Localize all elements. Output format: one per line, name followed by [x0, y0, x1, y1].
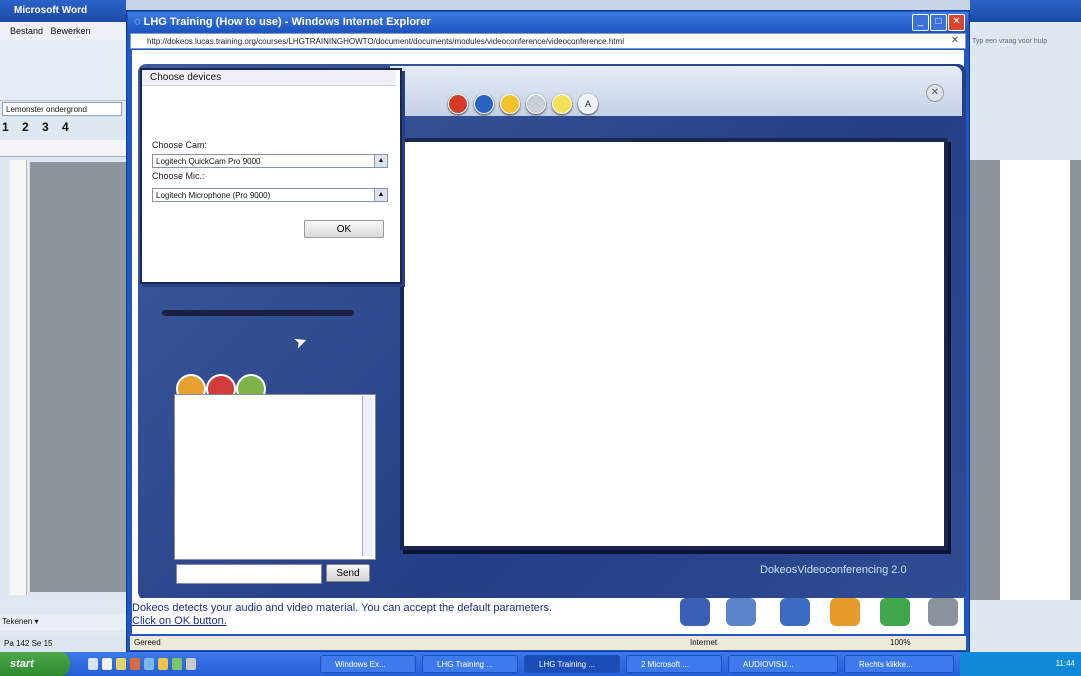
vertical-ruler — [10, 160, 27, 595]
minimize-button[interactable]: _ — [912, 14, 929, 31]
ie-status-bar: Gereed Internet 100% — [130, 636, 966, 650]
volume-bar[interactable] — [162, 310, 354, 316]
app-brand: DokeosVideoconferencing 2.0 — [760, 564, 907, 576]
share-icon[interactable] — [880, 598, 910, 626]
chevron-down-icon[interactable]: ▲ — [374, 155, 387, 167]
start-button[interactable]: start — [0, 652, 70, 676]
taskbar-item[interactable]: LHG Training ... — [524, 655, 620, 673]
drawing-toolbar[interactable]: Tekenen ▾ — [0, 614, 128, 630]
word-status-bar: Pa 142 Se 15 — [0, 636, 126, 652]
line-icon[interactable] — [552, 94, 572, 114]
record-icon[interactable] — [448, 94, 468, 114]
background-right-title — [970, 0, 1081, 22]
mic-icon[interactable] — [726, 598, 756, 626]
pin-icon[interactable] — [680, 598, 710, 626]
text-icon[interactable]: A — [578, 94, 598, 114]
chat-input[interactable] — [176, 564, 322, 584]
taskbar-item[interactable]: AUDIOVISU... — [728, 655, 838, 673]
quicklaunch-icon[interactable] — [102, 658, 112, 670]
system-tray: 11:44 — [960, 652, 1081, 676]
view-buttons-bar — [0, 598, 126, 614]
background-toolbar-1 — [0, 40, 126, 61]
style-dropdown[interactable]: Lemonster ondergrond — [2, 102, 122, 116]
background-window-title: Microsoft Word — [0, 0, 126, 22]
horizontal-ruler — [0, 140, 126, 157]
zoom-level[interactable]: 100% — [890, 636, 910, 650]
document-area — [30, 162, 126, 592]
users-icon[interactable] — [830, 598, 860, 626]
video-area — [400, 138, 948, 550]
dialog-title: Choose devices — [142, 70, 396, 86]
cam-select[interactable]: Logitech QuickCam Pro 9000 ▲ — [152, 154, 388, 168]
background-right-page — [1000, 160, 1070, 600]
chat-scrollbar[interactable] — [362, 396, 373, 556]
help-search-box[interactable]: Typ een vraag voor hulp — [972, 38, 1078, 52]
send-button[interactable]: Send — [326, 564, 370, 582]
taskbar-item[interactable]: Rechts klikke... — [844, 655, 954, 673]
help-icon[interactable] — [780, 598, 810, 626]
quicklaunch-icon[interactable] — [186, 658, 196, 670]
menu-bestand[interactable]: Bestand — [10, 26, 43, 36]
ie-icon: ◌ — [134, 16, 144, 28]
quicklaunch-icon[interactable] — [88, 658, 98, 670]
glasses-icon[interactable] — [526, 94, 546, 114]
background-toolbar-2 — [0, 60, 126, 81]
hint-link[interactable]: Click on OK button. — [132, 615, 227, 627]
camera-icon[interactable] — [474, 94, 494, 114]
address-bar[interactable]: http://dokeos.lucas.training.org/courses… — [130, 33, 966, 49]
taskbar-item[interactable]: Windows Ex... — [320, 655, 416, 673]
internet-zone: Internet — [690, 638, 718, 647]
close-tab-icon[interactable]: ✕ — [948, 34, 962, 48]
cam-select-value: Logitech QuickCam Pro 9000 — [156, 157, 261, 166]
mic-label: Choose Mic.: — [152, 171, 205, 181]
status-text: Gereed — [134, 638, 161, 647]
pencil-icon[interactable] — [500, 94, 520, 114]
taskbar-item[interactable]: LHG Training ... — [422, 655, 518, 673]
quicklaunch-icon[interactable] — [144, 658, 154, 670]
maximize-button[interactable]: □ — [930, 14, 947, 31]
chevron-down-icon[interactable]: ▲ — [374, 189, 387, 201]
ok-button[interactable]: OK — [304, 220, 384, 238]
background-menu-bar: Bestand Bewerken — [0, 22, 126, 40]
quicklaunch-icon[interactable] — [130, 658, 140, 670]
mic-select[interactable]: Logitech Microphone (Pro 9000) ▲ — [152, 188, 388, 202]
hint-text: Dokeos detects your audio and video mate… — [132, 602, 553, 614]
app-close-icon[interactable]: ✕ — [926, 84, 944, 102]
screen-icon[interactable] — [928, 598, 958, 626]
taskbar-item[interactable]: 2 Microsoft ... — [626, 655, 722, 673]
background-toolbar-3 — [0, 80, 126, 101]
chat-log — [174, 394, 376, 560]
ie-title-bar: ◌ LHG Training (How to use) - Windows In… — [128, 12, 968, 32]
menu-bewerken[interactable]: Bewerken — [51, 26, 91, 36]
quicklaunch-icon[interactable] — [158, 658, 168, 670]
quicklaunch-icon[interactable] — [116, 658, 126, 670]
mic-select-value: Logitech Microphone (Pro 9000) — [156, 191, 271, 200]
ie-title-text: LHG Training (How to use) - Windows Inte… — [143, 16, 431, 28]
cam-label: Choose Cam: — [152, 140, 208, 150]
close-button[interactable]: ✕ — [948, 14, 965, 31]
quicklaunch-icon[interactable] — [172, 658, 182, 670]
heading-levels: 1 2 3 4 — [2, 120, 74, 134]
